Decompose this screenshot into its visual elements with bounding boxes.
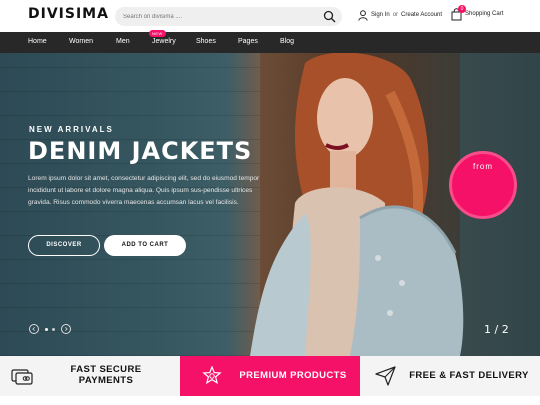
card-icon [11,369,33,385]
discover-button[interactable]: DISCOVER [28,235,100,256]
account-links: Sign In or Create Account [358,8,442,22]
features-bar: FAST SECURE PAYMENTS PREMIUM PRODUCTS FR… [0,356,540,396]
slider-dot-1[interactable] [45,328,48,331]
create-account-link[interactable]: Create Account [401,12,442,18]
add-to-cart-button[interactable]: ADD TO CART [104,235,186,256]
site-logo[interactable]: DIVISIMA [28,6,109,22]
slide-counter: 1 / 2 [484,323,509,336]
search-icon[interactable] [323,10,336,23]
nav-item-women[interactable]: Women [69,38,93,45]
shopping-cart-link[interactable]: 0 Shopping Cart [451,4,504,22]
user-icon [358,9,368,21]
feature-label-premium: PREMIUM PRODUCTS [239,370,347,381]
sign-in-link[interactable]: Sign In [371,12,390,18]
cart-count-badge: 0 [458,4,466,13]
hero-description: Lorem ipsum dolor sit amet, consectetur … [28,175,260,206]
nav-item-jewelry[interactable]: Jewelry [152,38,176,45]
slider-prev-arrow-icon[interactable] [29,324,39,334]
feature-premium-products: PREMIUM PRODUCTS [180,356,360,396]
nav-item-pages[interactable]: Pages [238,38,258,45]
nav-item-blog[interactable]: Blog [280,38,294,45]
hero-subtitle: NEW ARRIVALS [29,125,114,134]
search-bar [115,7,342,26]
feature-label-delivery: FREE & FAST DELIVERY [409,370,529,381]
price-circle: from [449,151,517,219]
hero-slider: NEW ARRIVALS DENIM JACKETS Lorem ipsum d… [0,53,540,356]
search-input[interactable] [123,10,313,23]
feature-label-payments: FAST SECURE PAYMENTS [70,364,142,386]
star-badge-icon [202,366,222,385]
slider-next-arrow-icon[interactable] [61,324,71,334]
new-badge: NEW [149,30,166,37]
cart-icon: 0 [451,4,466,21]
hero-title: DENIM JACKETS [28,137,253,165]
nav-item-men[interactable]: Men [116,38,130,45]
nav-item-jewelry-wrapper[interactable]: NEW Jewelry [149,30,176,45]
slider-dot-2[interactable] [52,328,55,331]
feature-secure-payments: FAST SECURE PAYMENTS [0,356,180,396]
shopping-cart-label: Shopping Cart [465,11,504,17]
or-text: or [392,12,399,18]
main-nav: Home Women Men NEW Jewelry Shoes Pages B… [0,30,540,53]
feature-free-delivery: FREE & FAST DELIVERY [360,356,540,396]
price-from-label: from [473,162,493,171]
nav-item-home[interactable]: Home [28,38,47,45]
paper-plane-icon [375,366,396,386]
site-header: DIVISIMA Sign In or Create Account 0 Sho… [0,0,540,32]
nav-item-shoes[interactable]: Shoes [196,38,216,45]
